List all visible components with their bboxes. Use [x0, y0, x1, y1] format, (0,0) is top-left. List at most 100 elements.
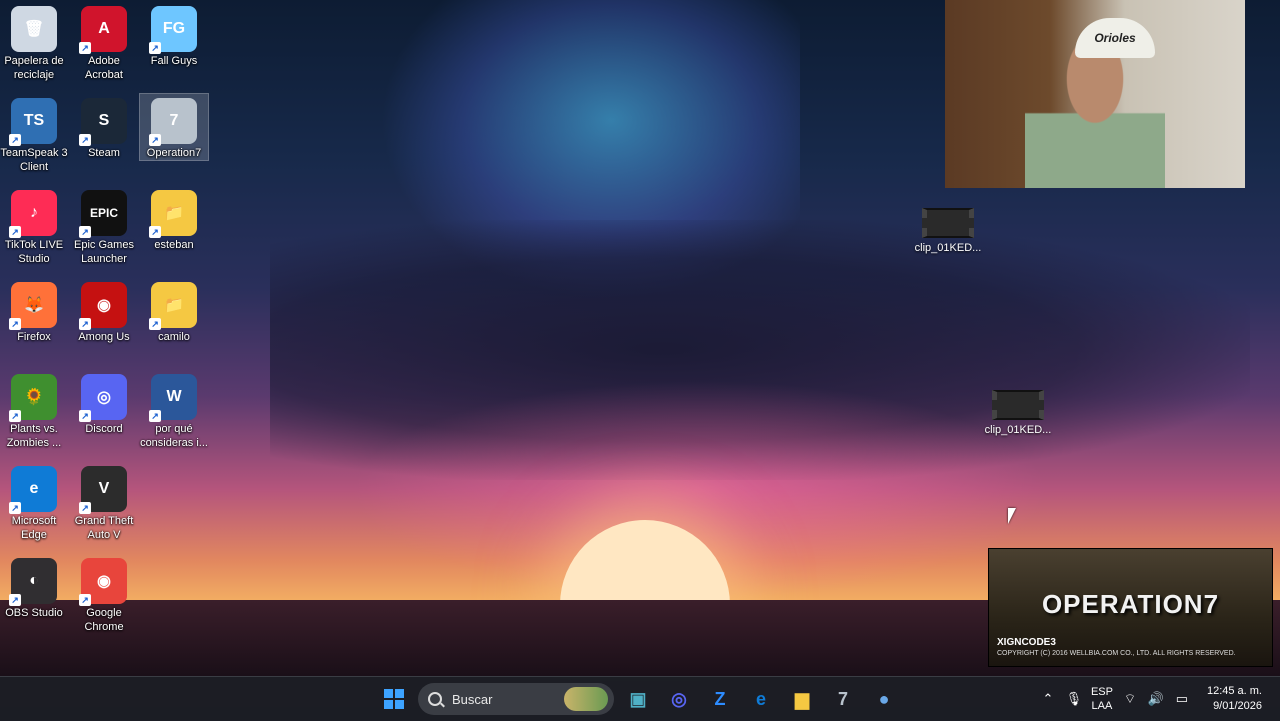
shortcut-arrow-icon: ↗ [79, 410, 91, 422]
system-tray: ⌃ 🎙 ESP LAA ⌔ 🔊 ▭ 12:45 a. m. 9/01/2026 [1039, 677, 1280, 721]
microphone-icon[interactable]: 🎙 [1065, 691, 1083, 707]
desktop-icon-teamspeak-3-client[interactable]: TS ↗ TeamSpeak 3 Client [0, 94, 68, 174]
wifi-icon[interactable]: ⌔ [1121, 691, 1139, 707]
desktop-icon-label: Microsoft Edge [11, 515, 57, 541]
shortcut-arrow-icon: ↗ [79, 594, 91, 606]
fall-guys-icon: FG ↗ [149, 6, 197, 54]
taskbar: Buscar ▣ ◎ Ze ▆ 7 ● ⌃ 🎙 ESP LAA ⌔ 🔊 ▭ 12:45 a… [0, 676, 1280, 721]
desktop-icon-label: por qué consideras i... [140, 423, 208, 449]
desktop-icon-label: Steam [88, 147, 120, 159]
windows-start-icon [384, 689, 404, 709]
desktop-icon-label: Operation7 [146, 147, 202, 159]
shortcut-arrow-icon: ↗ [149, 134, 161, 146]
zoom-icon: Z [714, 688, 726, 709]
shortcut-arrow-icon: ↗ [9, 410, 21, 422]
desktop-icon-label: Among Us [78, 331, 130, 343]
desktop-icon-obs-studio[interactable]: ◐ ↗ OBS Studio [0, 554, 68, 620]
chevron-up-icon[interactable]: ⌃ [1039, 691, 1057, 707]
battery-icon[interactable]: ▭ [1173, 691, 1191, 707]
desktop-icon-operation7[interactable]: 7 ↗ Operation7 [139, 93, 209, 161]
steam-icon: S ↗ [79, 98, 127, 146]
operation7-icon: 7 [837, 688, 848, 709]
por-qu-consideras-i-icon: W ↗ [149, 374, 197, 422]
desktop-icon-label: TikTok LIVE Studio [4, 239, 64, 265]
edge-icon: e [755, 688, 766, 709]
banner-copyright: COPYRIGHT (C) 2016 WELLBIA.COM CO., LTD.… [997, 650, 1236, 657]
google-chrome-icon: ◉ ↗ [79, 558, 127, 606]
taskbar-center: Buscar ▣ ◎ Ze ▆ 7 ● [376, 677, 902, 721]
shortcut-arrow-icon: ↗ [9, 502, 21, 514]
taskbar-clock[interactable]: 12:45 a. m. 9/01/2026 [1207, 684, 1262, 714]
desktop-icon-label: TeamSpeak 3 Client [0, 147, 68, 173]
shortcut-arrow-icon: ↗ [79, 226, 91, 238]
taskbar-app-file-explorer[interactable]: ▣ [620, 681, 656, 717]
desktop-icon-label: Adobe Acrobat [85, 55, 123, 81]
taskbar-app-teamspeak[interactable]: ● [866, 681, 902, 717]
shortcut-arrow-icon: ↗ [9, 594, 21, 606]
desktop-icon-label: Grand Theft Auto V [74, 515, 134, 541]
desktop-icon-esteban[interactable]: 📁 ↗ esteban [140, 186, 208, 252]
start-button[interactable] [376, 681, 412, 717]
shortcut-arrow-icon: ↗ [149, 226, 161, 238]
desktop-icon-por-qu-consideras-i[interactable]: W ↗ por qué consideras i... [140, 370, 208, 450]
taskbar-app-discord[interactable]: ◎ [661, 681, 697, 717]
banner-subtitle: XIGNCODE3 [997, 637, 1056, 648]
shortcut-arrow-icon: ↗ [149, 318, 161, 330]
adobe-acrobat-icon: A ↗ [79, 6, 127, 54]
desktop-icon-fall-guys[interactable]: FG ↗ Fall Guys [140, 2, 208, 68]
desktop-icon-papelera-de-reciclaje[interactable]: 🗑 Papelera de reciclaje [0, 2, 68, 82]
shortcut-arrow-icon: ↗ [79, 502, 91, 514]
shortcut-arrow-icon: ↗ [79, 42, 91, 54]
desktop-icon-label: Plants vs. Zombies ... [6, 423, 62, 449]
lang-top: ESP [1090, 686, 1113, 698]
desktop-icon-tiktok-live-studio[interactable]: ♪ ↗ TikTok LIVE Studio [0, 186, 68, 266]
epic-games-launcher-icon: EPIC ↗ [79, 190, 127, 238]
input-language[interactable]: ESP LAA [1091, 685, 1113, 713]
discord-icon: ◎ [671, 688, 687, 709]
papelera-de-reciclaje-icon: 🗑 [11, 6, 57, 52]
shortcut-arrow-icon: ↗ [149, 410, 161, 422]
desktop-icon-epic-games-launcher[interactable]: EPIC ↗ Epic Games Launcher [70, 186, 138, 266]
desktop-icon-label: Google Chrome [84, 607, 124, 633]
clock-time: 12:45 a. m. [1206, 685, 1262, 697]
microsoft-edge-icon: e ↗ [9, 466, 57, 514]
video-file-icon [922, 208, 974, 238]
firefox-icon: 🦊 ↗ [9, 282, 57, 330]
folder-icon: ▆ [795, 688, 809, 709]
taskbar-app-edge[interactable]: e [743, 681, 779, 717]
desktop-icon-camilo[interactable]: 📁 ↗ camilo [140, 278, 208, 344]
desktop-file-clip-1[interactable]: clip_01KED... [910, 208, 986, 254]
shortcut-arrow-icon: ↗ [79, 318, 91, 330]
desktop-file-clip-2[interactable]: clip_01KED... [980, 390, 1056, 436]
search-label: Buscar [452, 691, 493, 707]
shortcut-arrow-icon: ↗ [79, 134, 91, 146]
operation7-launch-banner: OPERATION7 XIGNCODE3 COPYRIGHT (C) 2016 … [988, 548, 1273, 667]
desktop-icon-among-us[interactable]: ◉ ↗ Among Us [70, 278, 138, 344]
desktop-icon-firefox[interactable]: 🦊 ↗ Firefox [0, 278, 68, 344]
desktop-icon-google-chrome[interactable]: ◉ ↗ Google Chrome [70, 554, 138, 634]
taskbar-app-zoom[interactable]: Z [702, 681, 738, 717]
desktop-icon-plants-vs-zombies[interactable]: 🌻 ↗ Plants vs. Zombies ... [0, 370, 68, 450]
desktop-icon-label: Discord [85, 423, 123, 435]
desktop-icon-label: Epic Games Launcher [74, 239, 134, 265]
shortcut-arrow-icon: ↗ [9, 134, 21, 146]
search-highlight-icon [564, 687, 608, 711]
grand-theft-auto-v-icon: V ↗ [79, 466, 127, 514]
search-icon [428, 692, 442, 706]
taskbar-app-folder[interactable]: ▆ [784, 681, 820, 717]
desktop-icon-discord[interactable]: ◎ ↗ Discord [70, 370, 138, 436]
shortcut-arrow-icon: ↗ [9, 318, 21, 330]
among-us-icon: ◉ ↗ [79, 282, 127, 330]
desktop-icon-steam[interactable]: S ↗ Steam [70, 94, 138, 160]
desktop-icon-label: esteban [154, 239, 194, 251]
desktop-icon-microsoft-edge[interactable]: e ↗ Microsoft Edge [0, 462, 68, 542]
volume-icon[interactable]: 🔊 [1147, 691, 1165, 707]
tiktok-live-studio-icon: ♪ ↗ [9, 190, 57, 238]
taskbar-app-operation7[interactable]: 7 [825, 681, 861, 717]
desktop-icon-grand-theft-auto-v[interactable]: V ↗ Grand Theft Auto V [70, 462, 138, 542]
desktop-icon-adobe-acrobat[interactable]: A ↗ Adobe Acrobat [70, 2, 138, 82]
desktop-icon-label: OBS Studio [5, 607, 63, 619]
taskbar-search[interactable]: Buscar [418, 683, 614, 715]
taskbar-apps: ▣ ◎ Ze ▆ 7 ● [620, 681, 902, 717]
webcam-overlay: Orioles [945, 0, 1245, 188]
